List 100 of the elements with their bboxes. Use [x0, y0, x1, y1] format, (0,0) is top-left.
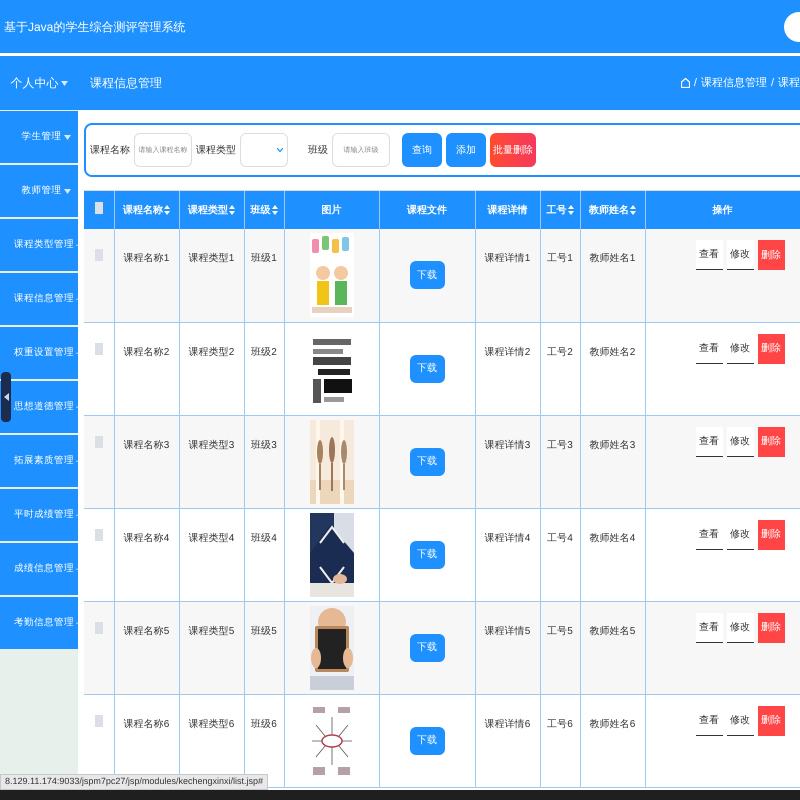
table-cell: 课程名称6: [124, 718, 170, 730]
status-url: 8.129.11.174:9033/jspm7pc27/jsp/modules/kechengxinxi/list.jsp#: [0, 774, 268, 790]
chevron-icon: [277, 148, 283, 152]
column-header: 教师姓名: [589, 204, 629, 218]
delete-button[interactable]: 删除: [758, 240, 784, 270]
sidebar-item[interactable]: 教师管理: [0, 165, 78, 217]
checkbox[interactable]: [94, 436, 103, 448]
caret-icon: [76, 350, 78, 356]
column-header: 操作: [712, 204, 732, 218]
table-cell: 班级2: [251, 346, 277, 358]
checkbox[interactable]: [94, 528, 103, 540]
sort-icon[interactable]: [630, 205, 636, 215]
download-button[interactable]: 下载: [410, 540, 444, 568]
table-cell: 课程详情5: [484, 626, 530, 636]
download-button[interactable]: 下载: [410, 261, 444, 290]
action-button[interactable]: 查询: [402, 133, 442, 167]
table-cell: 班级5: [251, 626, 277, 636]
sort-icon[interactable]: [229, 205, 235, 215]
download-button[interactable]: 下载: [410, 634, 444, 662]
download-button[interactable]: 下载: [410, 726, 444, 754]
view-button[interactable]: 查看: [696, 426, 722, 456]
table-cell: 课程详情3: [484, 440, 530, 450]
sidebar-item[interactable]: 权重设置管理: [0, 327, 78, 379]
field-label: 班级: [308, 144, 328, 158]
page-title: 课程信息管理: [90, 75, 162, 92]
table-cell: 教师姓名3: [590, 440, 636, 450]
breadcrumb-separator: /: [694, 76, 697, 91]
table-cell: 课程详情1: [484, 253, 530, 264]
field-label: 课程名称: [90, 144, 130, 158]
delete-button[interactable]: 删除: [758, 520, 784, 550]
edit-button[interactable]: 修改: [726, 240, 754, 270]
table-cell: 工号5: [547, 626, 573, 636]
column-header: 课程详情: [488, 203, 528, 218]
caret-icon: [76, 458, 78, 464]
table-cell: 课程名称5: [124, 626, 170, 636]
checkbox[interactable]: [94, 202, 103, 214]
caret-icon: [76, 296, 78, 302]
delete-button[interactable]: 删除: [758, 426, 784, 456]
column-header: 课程名称: [123, 204, 163, 218]
sidebar-item[interactable]: 课程信息管理: [0, 273, 78, 325]
checkbox[interactable]: [94, 342, 103, 354]
edit-button[interactable]: 修改: [726, 612, 754, 642]
table-cell: 教师姓名6: [590, 718, 636, 730]
delete-button[interactable]: 删除: [758, 612, 784, 642]
caret-icon: [76, 566, 78, 572]
view-button[interactable]: 查看: [696, 240, 722, 270]
table-cell: 教师姓名2: [590, 346, 636, 358]
table-cell: 课程名称1: [124, 253, 170, 264]
action-button[interactable]: 添加: [446, 133, 486, 167]
sidebar-item[interactable]: 考勤信息管理: [0, 597, 78, 649]
table-cell: 课程类型5: [188, 626, 234, 636]
sidebar-item[interactable]: 平时成绩管理: [0, 489, 78, 541]
download-button[interactable]: 下载: [410, 448, 444, 476]
table-cell: 班级3: [251, 440, 277, 450]
personal-center-menu[interactable]: 个人中心: [0, 56, 78, 110]
column-header: 课程类型: [188, 204, 228, 218]
column-header: 工号: [546, 204, 566, 218]
breadcrumb-separator: /: [770, 76, 774, 91]
table-cell: 课程类型6: [188, 718, 234, 730]
column-header: 班级: [250, 204, 270, 218]
caret-icon: [64, 188, 70, 194]
table-cell: 班级1: [251, 253, 277, 264]
sidebar-item[interactable]: 学生管理: [0, 111, 78, 163]
sidebar-item[interactable]: 课程类型管理: [0, 219, 78, 271]
edit-button[interactable]: 修改: [726, 426, 754, 456]
sort-icon[interactable]: [164, 205, 170, 215]
download-button[interactable]: 下载: [410, 354, 444, 382]
breadcrumb-item[interactable]: 课程: [778, 74, 800, 92]
checkbox[interactable]: [94, 714, 103, 726]
checkbox[interactable]: [94, 249, 103, 261]
batch-delete-button[interactable]: 批量删除: [490, 133, 536, 167]
sort-icon[interactable]: [568, 205, 574, 215]
sidebar-item[interactable]: 拓展素质管理: [0, 435, 78, 487]
table-cell: 班级4: [251, 532, 277, 544]
table-cell: 工号1: [547, 253, 573, 264]
table-cell: 课程详情4: [484, 532, 530, 544]
sidebar-item[interactable]: 成绩信息管理: [0, 543, 78, 595]
table-cell: 教师姓名4: [590, 532, 636, 544]
caret-icon: [76, 512, 78, 518]
table-cell: 课程名称2: [124, 346, 170, 358]
home-icon[interactable]: [680, 78, 690, 88]
collapse-handle[interactable]: [1, 372, 11, 422]
table-cell: 课程类型1: [188, 253, 234, 264]
table-cell: 课程类型2: [188, 346, 234, 358]
delete-button[interactable]: 删除: [758, 706, 784, 736]
table-cell: 课程详情6: [484, 718, 530, 730]
field-label: 课程类型: [196, 144, 236, 158]
select-field[interactable]: [240, 133, 288, 167]
checkbox[interactable]: [94, 622, 103, 634]
sidebar-item[interactable]: 思想道德管理: [0, 381, 78, 433]
table-cell: 课程类型3: [188, 440, 234, 450]
table-cell: 课程名称4: [124, 532, 170, 544]
view-button[interactable]: 查看: [696, 612, 722, 642]
delete-button[interactable]: 删除: [758, 334, 784, 364]
table-cell: 工号3: [547, 440, 573, 450]
caret-icon: [76, 242, 78, 248]
table-cell: 课程详情2: [484, 346, 530, 358]
caret-icon: [60, 80, 68, 86]
sort-icon[interactable]: [272, 205, 278, 215]
breadcrumb-item[interactable]: 课程信息管理: [700, 74, 767, 92]
